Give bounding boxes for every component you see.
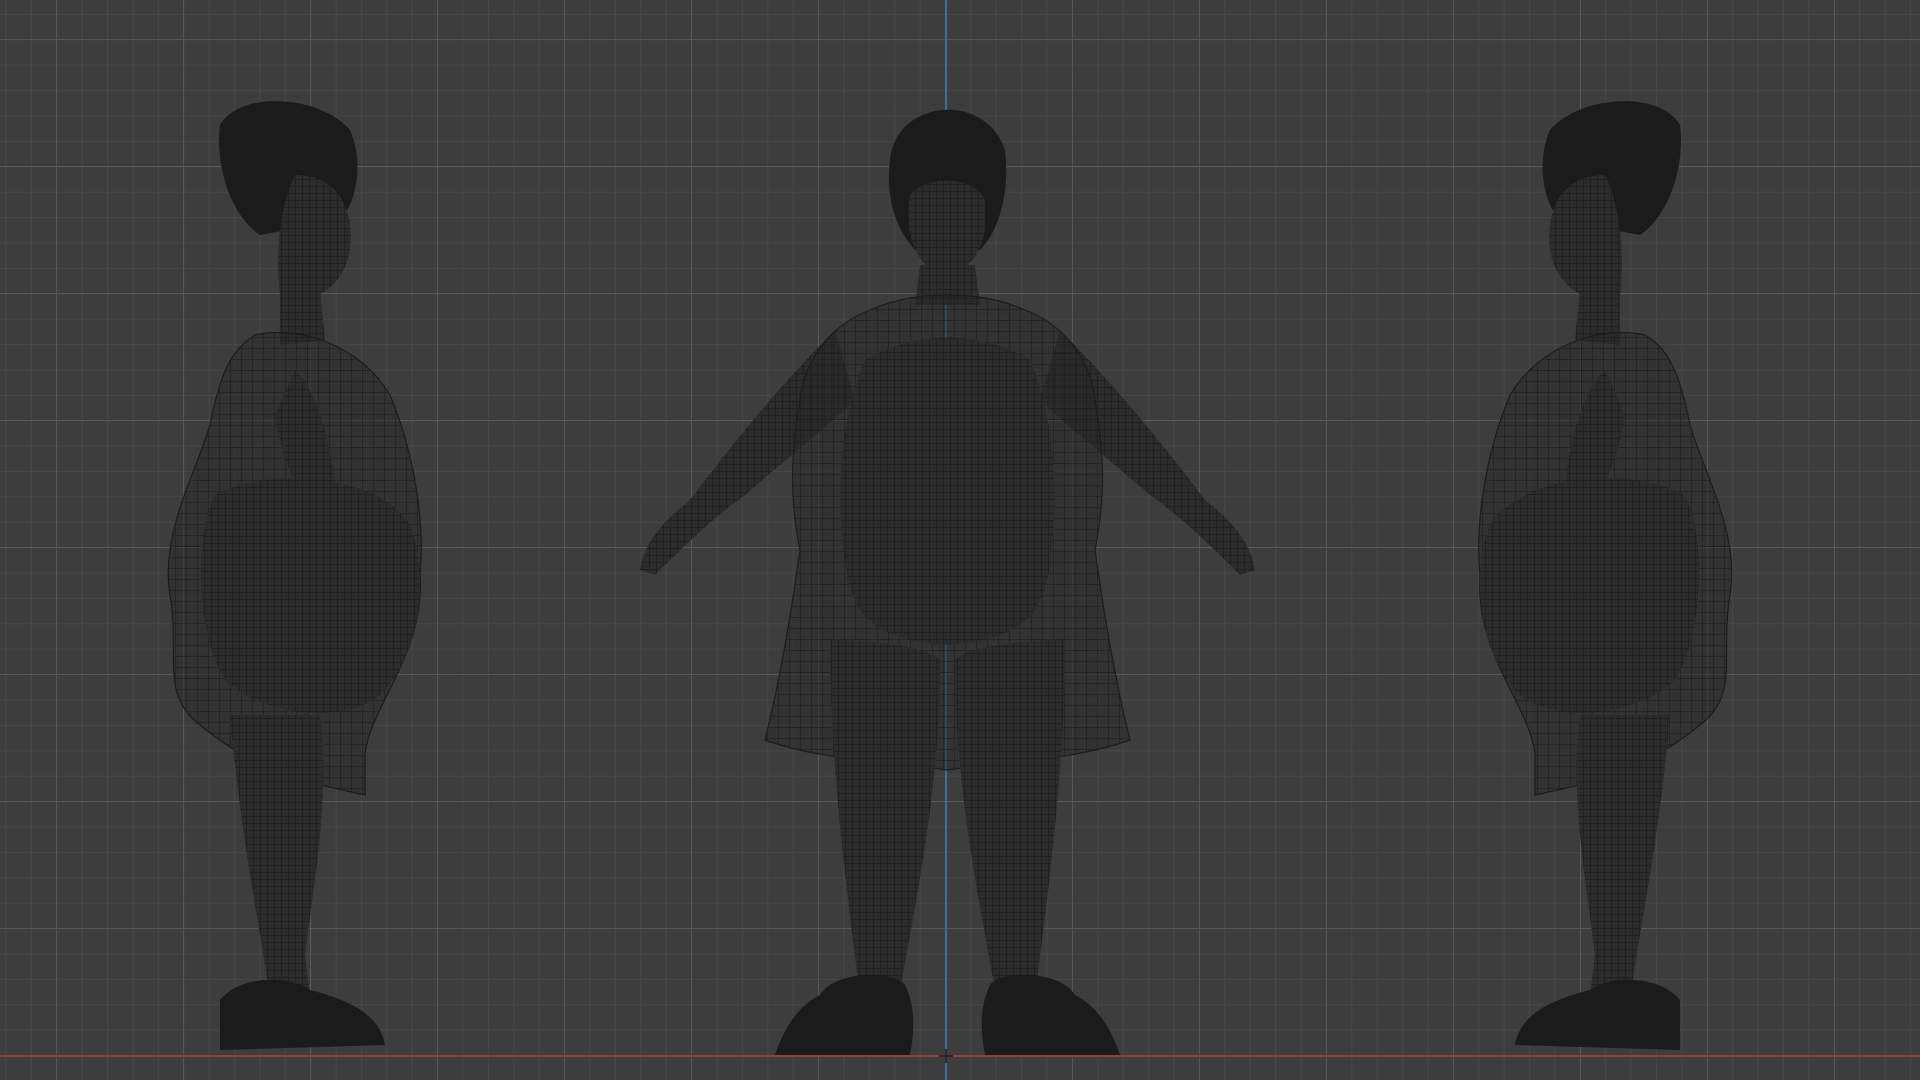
3d-viewport[interactable] — [0, 0, 1920, 1080]
character-side-right-icon[interactable] — [1460, 95, 1780, 1060]
character-front-icon[interactable] — [635, 100, 1260, 1060]
character-side-left-icon[interactable] — [120, 95, 440, 1060]
